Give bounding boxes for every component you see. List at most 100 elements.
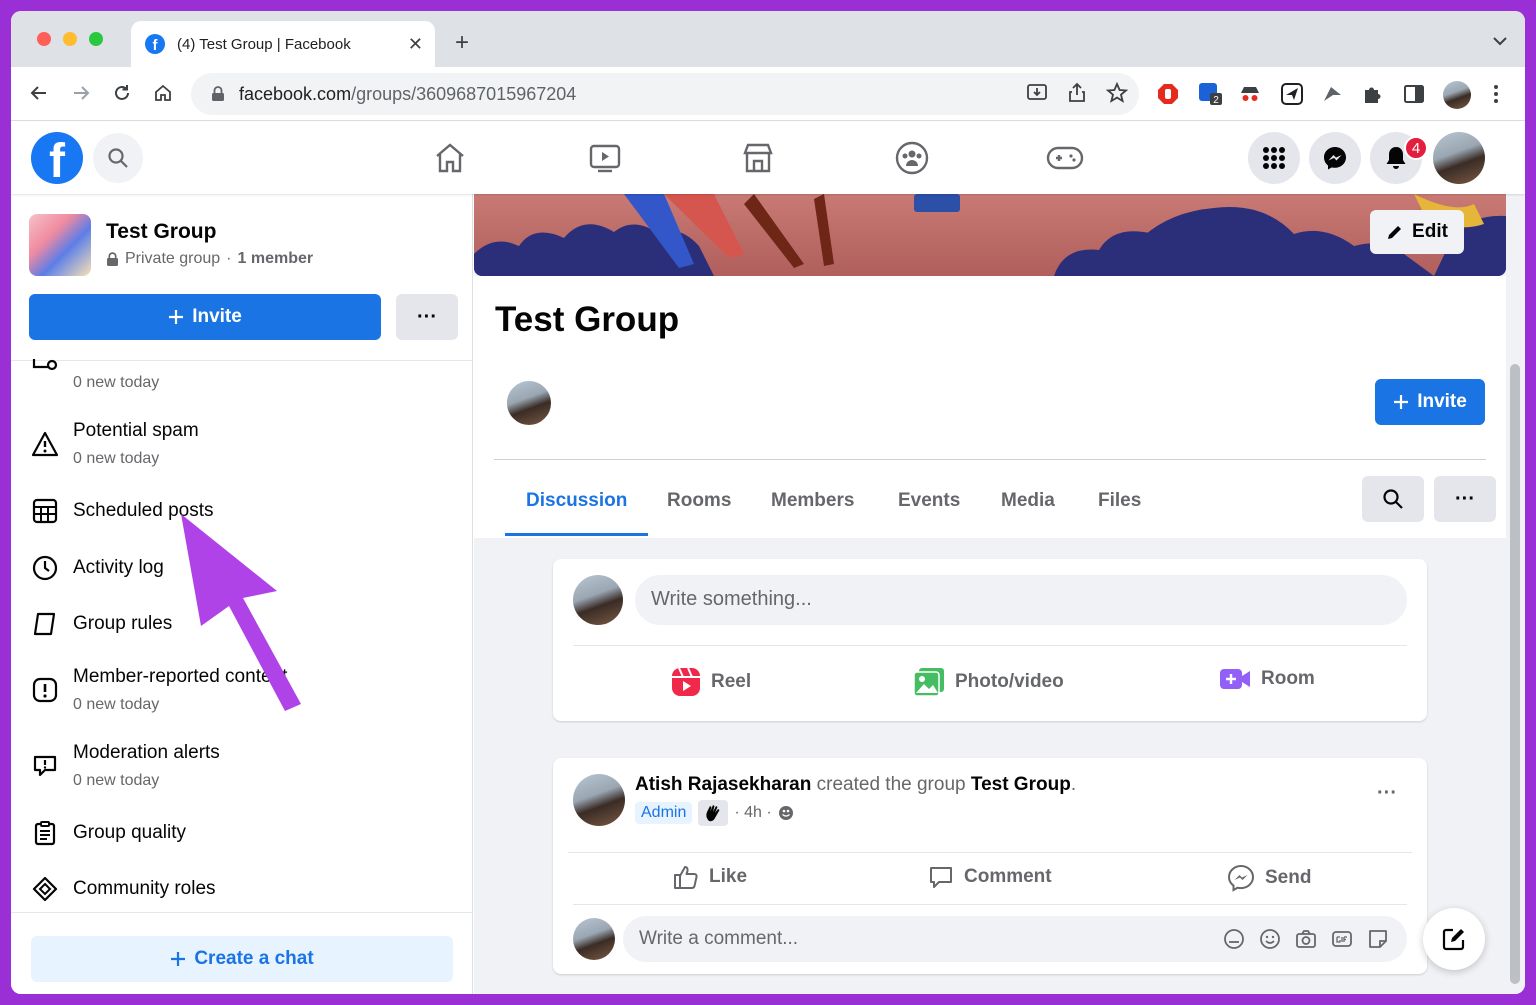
send-extension-icon[interactable] — [1279, 81, 1305, 107]
install-app-icon[interactable] — [1025, 81, 1049, 105]
tab-rooms[interactable]: Rooms — [646, 476, 752, 536]
nav-home-icon[interactable] — [430, 138, 470, 178]
address-bar[interactable]: facebook.com/groups/3609687015967204 — [191, 73, 1139, 115]
browser-tab-active[interactable]: f (4) Test Group | Facebook ✕ — [131, 21, 435, 67]
tab-strip: f (4) Test Group | Facebook ✕ + — [11, 11, 1525, 67]
camera-icon[interactable] — [1295, 928, 1317, 950]
post-more-button[interactable]: ··· — [1377, 782, 1397, 805]
messenger-button[interactable] — [1309, 132, 1361, 184]
browser-menu-icon[interactable] — [1483, 81, 1509, 107]
tab-close-icon[interactable]: ✕ — [408, 34, 423, 55]
sidebar-more-button[interactable]: ··· — [396, 294, 458, 340]
browser-profile-avatar[interactable] — [1443, 81, 1471, 109]
plus-icon — [1394, 395, 1409, 409]
wave-badge-icon[interactable] — [698, 800, 729, 826]
password-manager-extension-icon[interactable]: 2 — [1197, 81, 1223, 107]
emoji-icon[interactable] — [1259, 928, 1281, 950]
side-panel-icon[interactable] — [1401, 81, 1427, 107]
avatar-sticker-icon[interactable] — [1223, 928, 1245, 950]
new-tab-button[interactable]: + — [455, 31, 469, 55]
admin-badge[interactable]: Admin — [635, 802, 693, 824]
grid-menu-icon — [1263, 147, 1285, 169]
sidebar-item-potential-spam[interactable]: Potential spam 0 new today — [11, 416, 473, 472]
post-author-avatar[interactable] — [573, 774, 625, 826]
sidebar-divider — [11, 360, 473, 361]
composer-input[interactable]: Write something... — [635, 575, 1407, 625]
tab-discussion[interactable]: Discussion — [505, 476, 649, 536]
post-author-name[interactable]: Atish Rajasekharan — [635, 774, 811, 795]
tab-media[interactable]: Media — [980, 476, 1076, 536]
reload-button[interactable] — [108, 79, 136, 107]
sidebar-group-name[interactable]: Test Group — [106, 220, 216, 244]
comment-avatar[interactable] — [573, 918, 615, 960]
sidebar-item-label: Community roles — [73, 878, 216, 899]
home-button[interactable] — [149, 79, 177, 107]
group-cover-photo — [474, 194, 1506, 276]
account-avatar[interactable] — [1433, 132, 1485, 184]
nav-watch-icon[interactable] — [585, 138, 625, 178]
scrollbar-thumb[interactable] — [1510, 364, 1520, 984]
back-button[interactable] — [25, 79, 53, 107]
close-window-button[interactable] — [37, 32, 51, 46]
tab-search-chevron-icon[interactable] — [1493, 33, 1507, 49]
create-chat-button[interactable]: Create a chat — [31, 936, 453, 982]
composer-avatar[interactable] — [573, 575, 623, 625]
post-meta: Admin · 4h · — [635, 800, 794, 826]
nav-gaming-icon[interactable] — [1045, 138, 1085, 178]
comment-button[interactable]: Comment — [928, 864, 1052, 890]
post-action-text: created the group — [816, 774, 966, 795]
facebook-search-button[interactable] — [93, 133, 143, 183]
extensions-puzzle-icon[interactable] — [1359, 81, 1385, 107]
group-thumbnail[interactable] — [29, 214, 91, 276]
tab-files[interactable]: Files — [1077, 476, 1162, 536]
post-time[interactable]: · 4h · — [734, 804, 771, 822]
new-message-button[interactable] — [1423, 908, 1485, 970]
post-group-link[interactable]: Test Group — [971, 774, 1071, 795]
adblock-extension-icon[interactable] — [1155, 81, 1181, 107]
sidebar-item-moderation-alerts[interactable]: Moderation alerts 0 new today — [11, 738, 473, 794]
group-title[interactable]: Test Group — [495, 300, 679, 340]
tab-members[interactable]: Members — [750, 476, 875, 536]
share-icon[interactable] — [1065, 81, 1089, 105]
sidebar-item-label: Activity log — [73, 557, 164, 578]
group-main: Edit Test Group Invite Discussion Rooms … — [474, 194, 1507, 994]
photo-video-button[interactable]: Photo/video — [913, 667, 1064, 697]
nav-groups-icon[interactable] — [892, 138, 932, 178]
nav-marketplace-icon[interactable] — [738, 138, 778, 178]
sidebar-item-community-roles[interactable]: Community roles — [11, 872, 473, 908]
comment-input[interactable]: Write a comment... — [623, 916, 1407, 962]
forward-button[interactable] — [67, 79, 95, 107]
sidebar-item-queue[interactable]: 0 new today — [11, 359, 473, 404]
room-button[interactable]: Room — [1219, 667, 1315, 691]
gif-icon[interactable] — [1331, 928, 1353, 950]
notification-count-badge: 4 — [1404, 136, 1428, 160]
main-invite-button[interactable]: Invite — [1375, 379, 1485, 425]
tab-title: (4) Test Group | Facebook — [177, 35, 351, 53]
send-button[interactable]: Send — [1227, 864, 1311, 892]
incognito-extension-icon[interactable] — [1237, 81, 1263, 107]
minimize-window-button[interactable] — [63, 32, 77, 46]
tab-events[interactable]: Events — [877, 476, 981, 536]
group-search-button[interactable] — [1362, 476, 1424, 522]
bookmark-star-icon[interactable] — [1105, 81, 1129, 105]
like-button[interactable]: Like — [673, 864, 747, 890]
maximize-window-button[interactable] — [89, 32, 103, 46]
menu-grid-button[interactable] — [1248, 132, 1300, 184]
group-created-post: Atish Rajasekharan created the group Tes… — [553, 758, 1427, 974]
sticker-icon[interactable] — [1367, 928, 1389, 950]
member-avatar[interactable] — [505, 379, 553, 427]
edit-cover-button[interactable]: Edit — [1370, 210, 1464, 254]
bird-extension-icon[interactable] — [1319, 81, 1345, 107]
sidebar-item-sub: 0 new today — [73, 450, 160, 467]
reel-button[interactable]: Reel — [671, 667, 751, 697]
book-icon — [31, 610, 59, 638]
sidebar-invite-button[interactable]: Invite — [29, 294, 381, 340]
sidebar-item-group-quality[interactable]: Group quality — [11, 816, 473, 852]
speech-alert-icon — [31, 752, 59, 780]
facebook-logo-icon[interactable]: f — [31, 132, 83, 184]
group-member-count[interactable]: 1 member — [238, 250, 314, 268]
calendar-icon — [31, 497, 59, 525]
sidebar-item-sub: 0 new today — [73, 374, 160, 391]
group-more-button[interactable]: ··· — [1434, 476, 1496, 522]
page-scrollbar[interactable] — [1507, 194, 1525, 994]
